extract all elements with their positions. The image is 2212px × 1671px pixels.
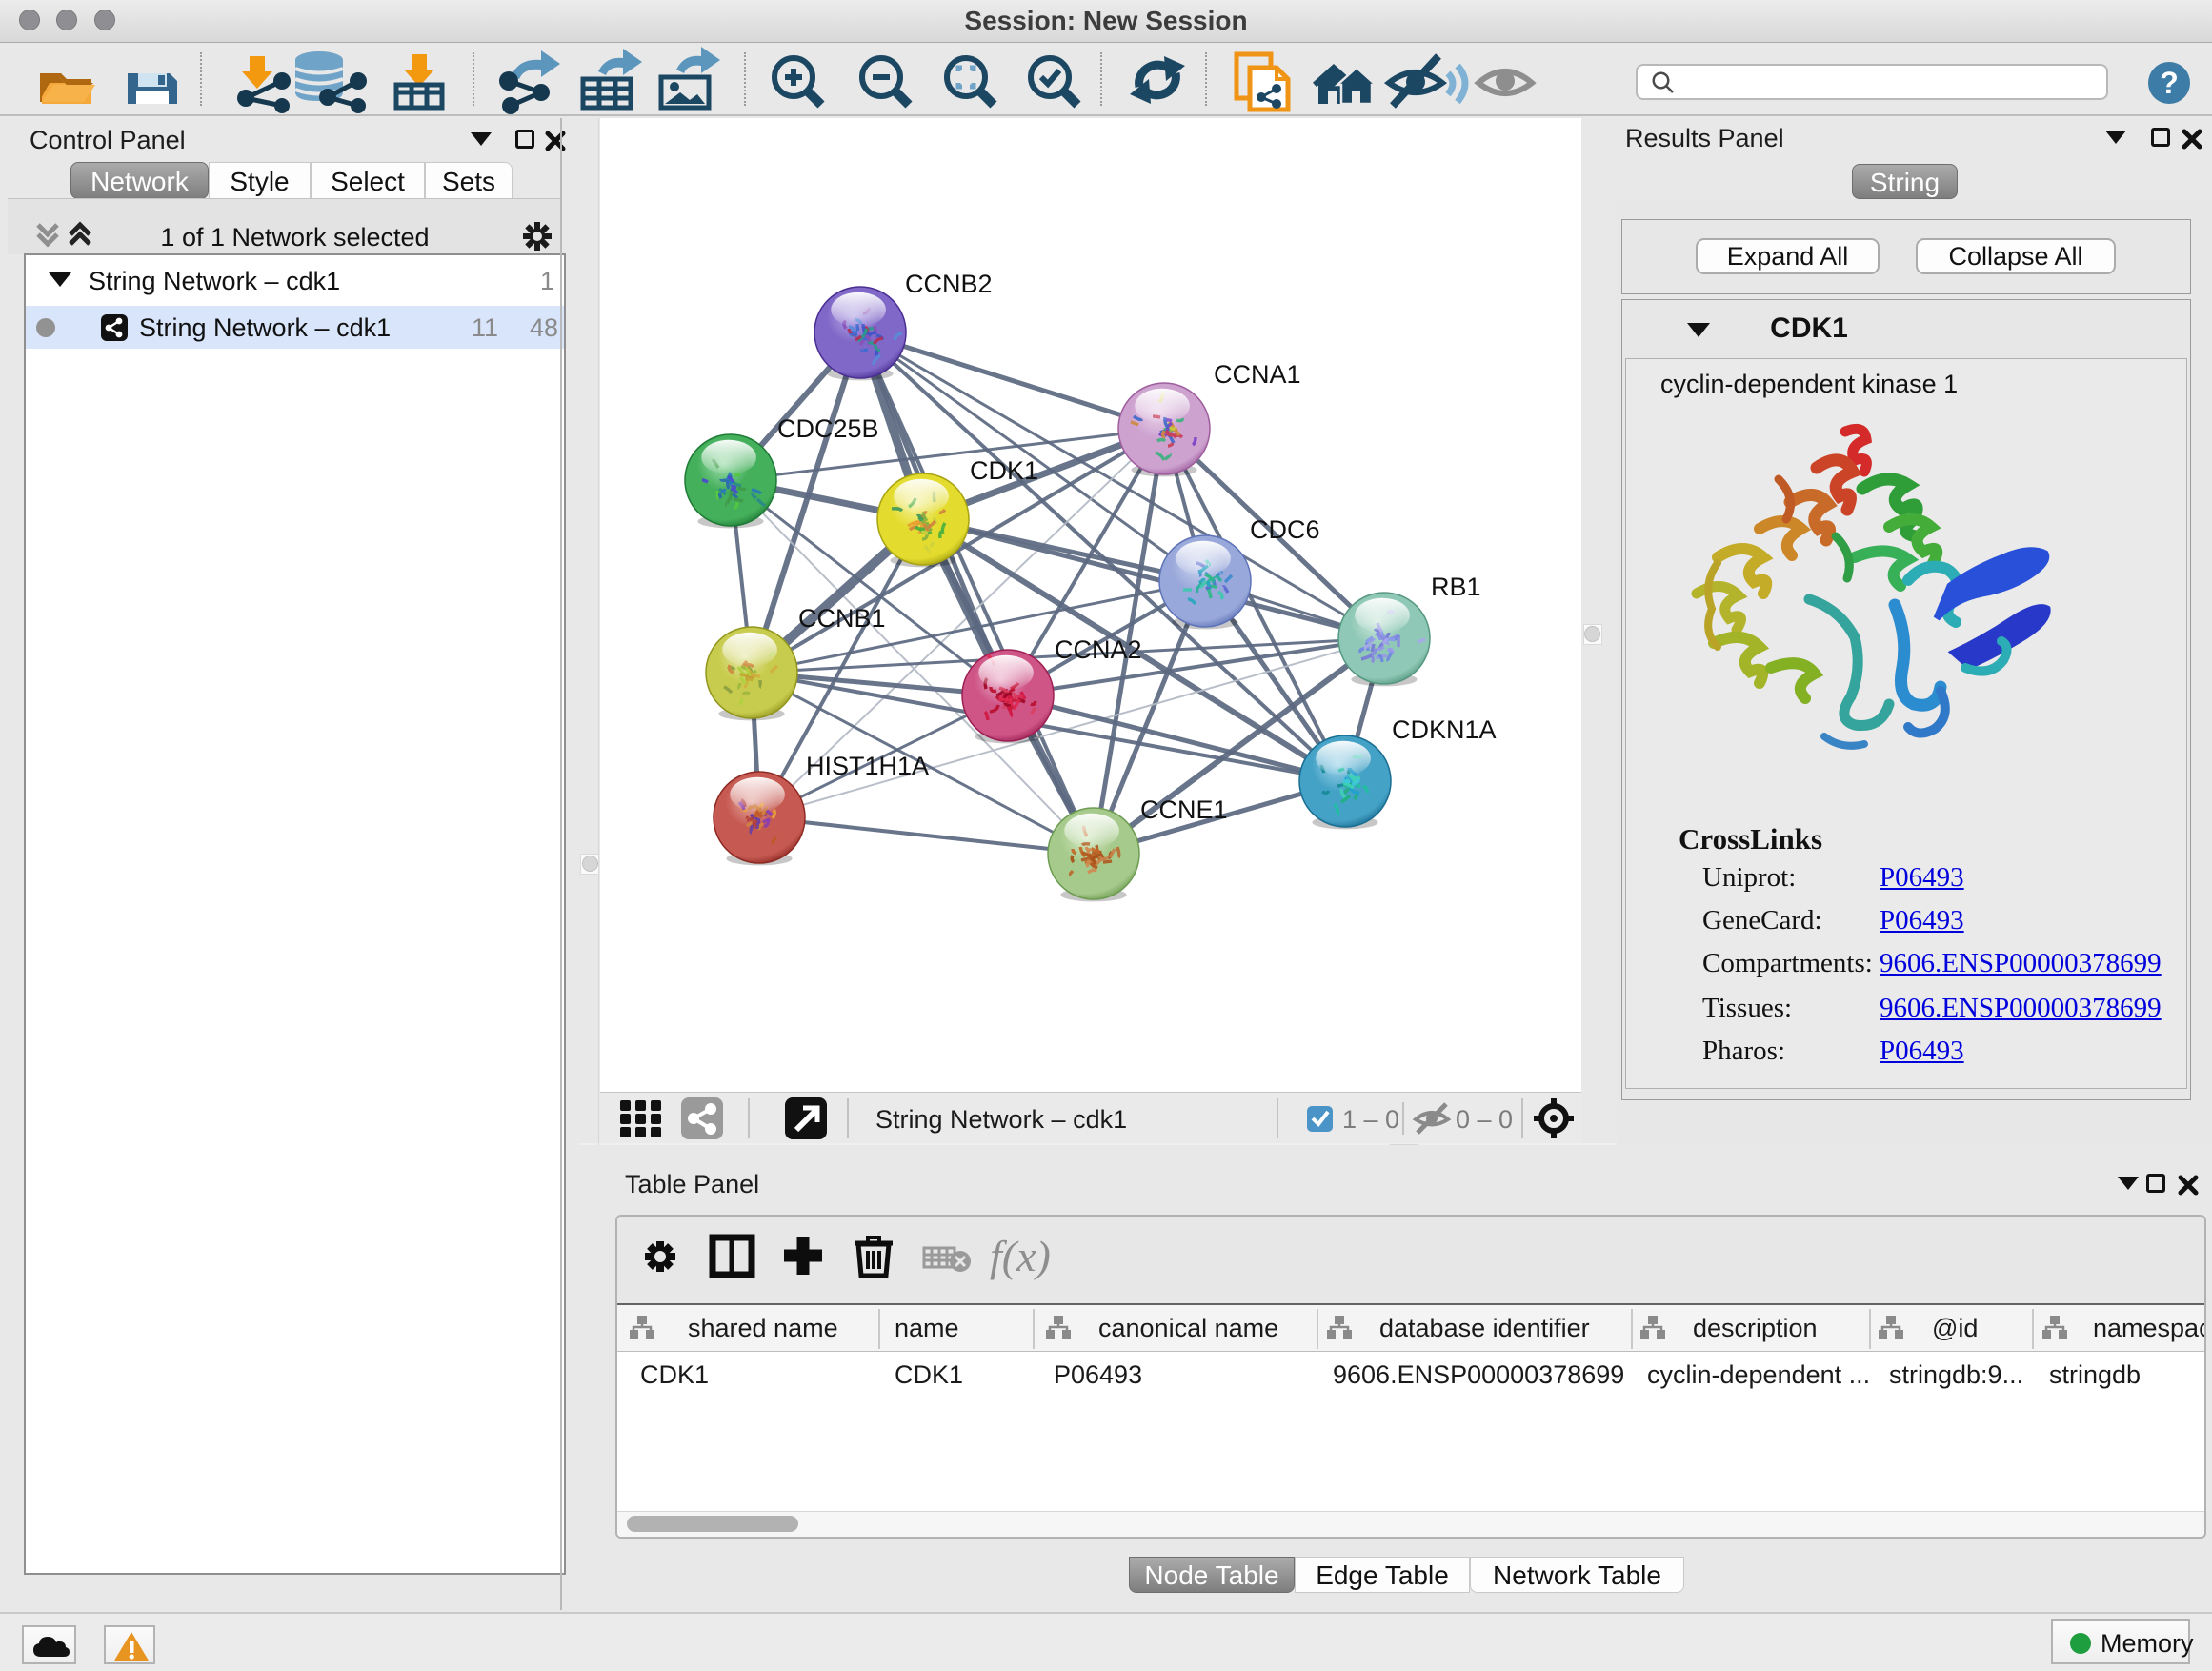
svg-text:CCNA2: CCNA2 (1055, 635, 1142, 664)
svg-text:CCNE1: CCNE1 (1140, 795, 1228, 824)
svg-text:CCNA1: CCNA1 (1214, 360, 1301, 389)
svg-text:cyclin-dependent ...: cyclin-dependent ... (1647, 1360, 1870, 1389)
svg-text:namespac: namespac (2093, 1314, 2204, 1342)
svg-text:9606.ENSP00000378699: 9606.ENSP00000378699 (1333, 1360, 1624, 1389)
svg-text:f(x): f(x) (990, 1232, 1051, 1280)
svg-text:stringdb: stringdb (2049, 1360, 2141, 1389)
svg-text:stringdb:9...: stringdb:9... (1889, 1360, 2023, 1389)
svg-text:CCNB1: CCNB1 (798, 604, 886, 633)
svg-text:CDC6: CDC6 (1250, 515, 1320, 544)
svg-text:P06493: P06493 (1054, 1360, 1142, 1389)
svg-text:HIST1H1A: HIST1H1A (806, 752, 929, 780)
svg-text:description: description (1693, 1314, 1818, 1342)
svg-text:shared name: shared name (688, 1314, 838, 1342)
svg-text:CDK1: CDK1 (895, 1360, 963, 1389)
svg-text:CDC25B: CDC25B (777, 414, 879, 443)
svg-text:database identifier: database identifier (1379, 1314, 1590, 1342)
svg-text:1 – 0: 1 – 0 (1342, 1105, 1399, 1134)
svg-text:CDKN1A: CDKN1A (1392, 715, 1497, 744)
svg-text:canonical name: canonical name (1098, 1314, 1278, 1342)
svg-text:String Network – cdk1: String Network – cdk1 (875, 1105, 1127, 1134)
svg-text:CDK1: CDK1 (640, 1360, 709, 1389)
svg-text:CCNB2: CCNB2 (905, 270, 993, 298)
svg-text:0 – 0: 0 – 0 (1456, 1105, 1513, 1134)
svg-text:@id: @id (1932, 1314, 1978, 1342)
svg-text:CDK1: CDK1 (970, 456, 1038, 485)
svg-text:RB1: RB1 (1431, 573, 1481, 601)
svg-text:name: name (895, 1314, 959, 1342)
